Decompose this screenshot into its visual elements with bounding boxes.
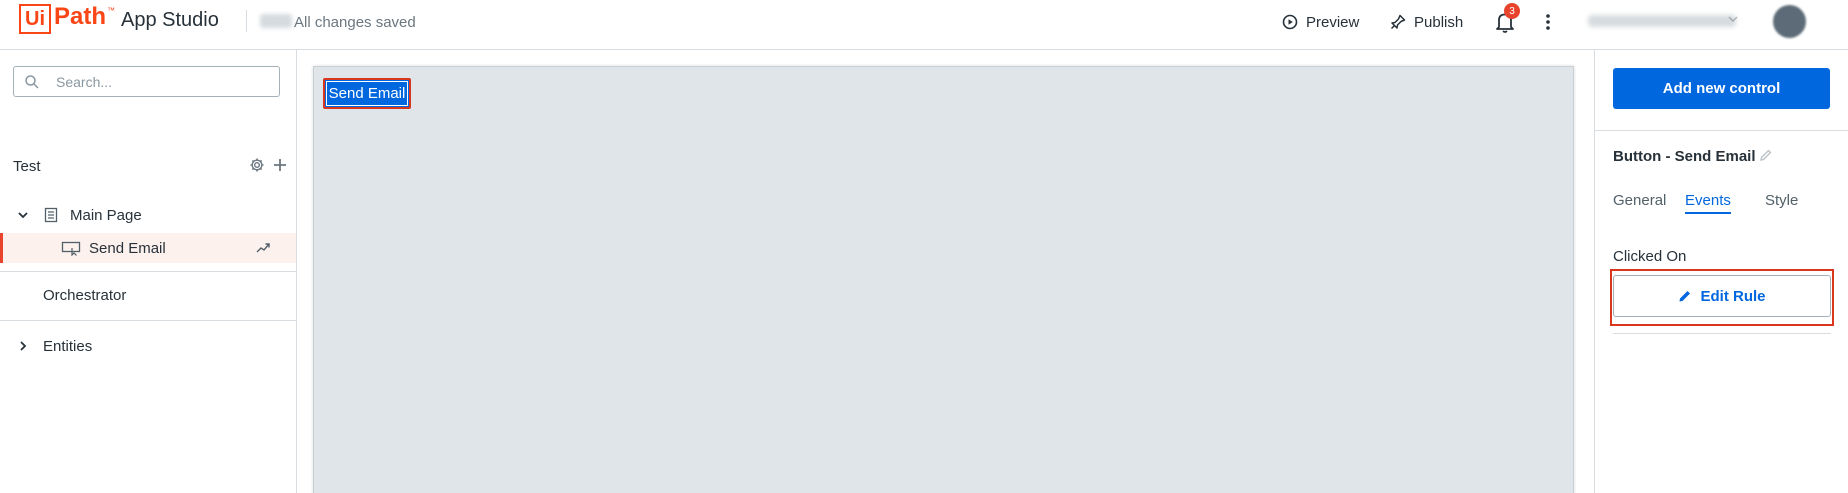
- search-input[interactable]: Search...: [13, 66, 280, 97]
- search-placeholder: Search...: [56, 74, 113, 90]
- page-icon: [44, 207, 58, 223]
- gear-icon[interactable]: [249, 157, 265, 173]
- add-new-control-button[interactable]: Add new control: [1613, 68, 1830, 109]
- canvas-area: Send Email: [297, 50, 1594, 493]
- tab-style[interactable]: Style: [1765, 192, 1798, 209]
- tab-general[interactable]: General: [1613, 192, 1666, 209]
- properties-panel: Add new control Button - Send Email Gene…: [1594, 50, 1848, 493]
- top-header: Ui Path ™ App Studio All changes saved P…: [0, 0, 1848, 50]
- plus-icon[interactable]: [272, 157, 288, 173]
- trending-up-icon[interactable]: [255, 240, 271, 256]
- panel-divider: [1595, 130, 1848, 131]
- tree-item-entities[interactable]: Entities: [0, 331, 296, 361]
- edit-rule-button[interactable]: Edit Rule: [1613, 275, 1831, 317]
- logo-ui-text: Ui: [25, 7, 45, 30]
- logo-trademark: ™: [107, 6, 115, 15]
- chevron-down-icon[interactable]: [16, 208, 30, 222]
- canvas-send-email-button[interactable]: Send Email: [323, 78, 411, 109]
- uipath-logo: Ui: [19, 4, 51, 34]
- tree-label-send-email: Send Email: [89, 239, 166, 257]
- panel-divider: [1613, 333, 1831, 334]
- design-canvas[interactable]: Send Email: [313, 66, 1574, 493]
- search-icon: [25, 75, 39, 89]
- tab-events[interactable]: Events: [1685, 192, 1731, 214]
- pencil-icon: [1679, 291, 1691, 302]
- more-vertical-icon[interactable]: [1540, 11, 1556, 33]
- publish-icon: [1390, 14, 1406, 30]
- app-title: Test: [13, 158, 41, 175]
- pencil-icon[interactable]: [1759, 148, 1773, 162]
- project-name-redacted: [260, 14, 292, 28]
- preview-label: Preview: [1306, 13, 1360, 31]
- notification-badge: 3: [1504, 3, 1520, 19]
- logo-path-text: Path: [54, 3, 107, 30]
- preview-button[interactable]: Preview: [1282, 11, 1359, 33]
- publish-button[interactable]: Publish: [1390, 11, 1463, 33]
- account-switcher-redacted[interactable]: [1588, 15, 1736, 27]
- publish-label: Publish: [1414, 13, 1464, 31]
- chevron-right-icon[interactable]: [16, 339, 30, 353]
- tree-divider: [0, 320, 296, 321]
- play-circle-icon: [1282, 14, 1298, 30]
- user-avatar[interactable]: [1773, 5, 1806, 38]
- app-name: App Studio: [121, 9, 219, 31]
- tree-divider: [0, 271, 296, 272]
- save-status: All changes saved: [294, 14, 416, 31]
- chevron-down-icon: [1728, 16, 1738, 23]
- tree-label-main-page: Main Page: [70, 206, 142, 224]
- control-title: Button - Send Email: [1613, 148, 1756, 165]
- tree-item-orchestrator[interactable]: Orchestrator: [43, 287, 126, 304]
- tree-item-send-email[interactable]: Send Email: [0, 233, 296, 263]
- tree-label-entities: Entities: [43, 337, 93, 355]
- edit-rule-label: Edit Rule: [1700, 287, 1766, 305]
- button-control-icon: [61, 241, 81, 256]
- header-separator: [246, 10, 247, 32]
- left-panel: Search... Test Main Page Send Email Orch…: [0, 50, 297, 493]
- event-label: Clicked On: [1613, 248, 1687, 265]
- tree-item-main-page[interactable]: Main Page: [0, 200, 296, 230]
